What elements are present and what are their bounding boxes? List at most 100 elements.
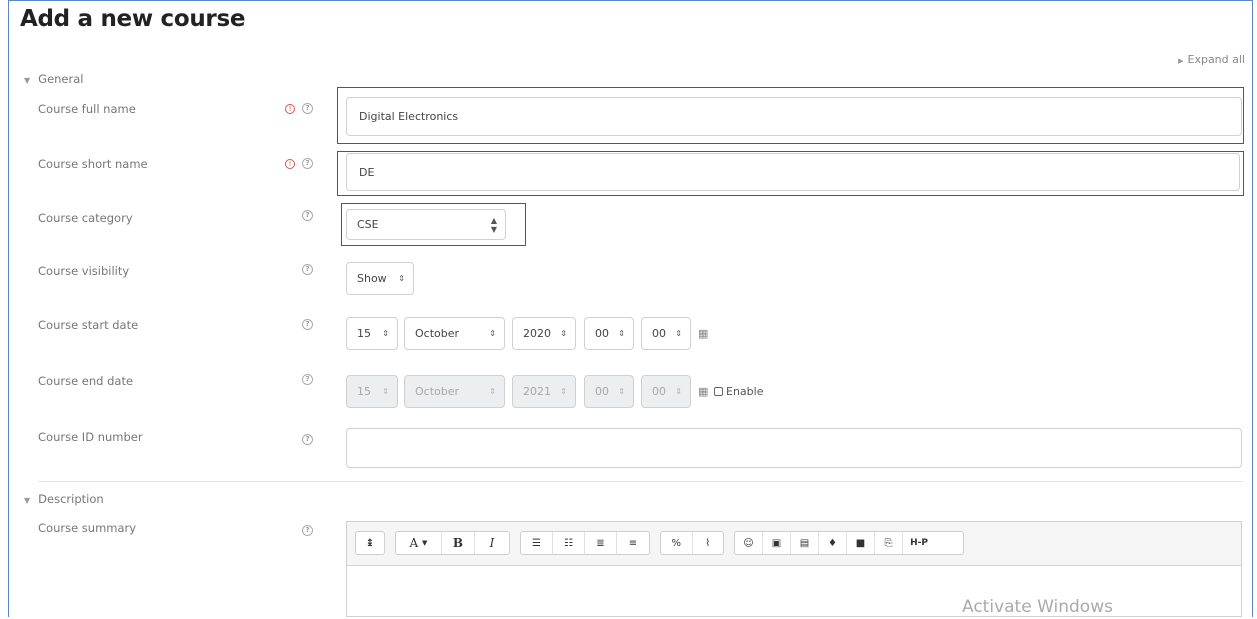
section-general-toggle[interactable]: ▼ General	[24, 72, 83, 86]
start-day-value: 15	[357, 327, 371, 340]
id-number-label: Course ID number	[38, 430, 143, 444]
help-icon[interactable]: ?	[302, 103, 313, 114]
help-icon[interactable]: ?	[302, 264, 313, 275]
short-name-value: DE	[359, 165, 375, 179]
visibility-value: Show	[357, 272, 387, 285]
short-name-label: Course short name	[38, 157, 148, 171]
full-name-input[interactable]: Digital Electronics	[346, 97, 1242, 136]
link-icon[interactable]: %	[661, 532, 693, 554]
end-date-enable-checkbox[interactable]: Enable	[714, 385, 763, 398]
section-description-label: Description	[38, 492, 104, 506]
caret-down-icon: ▼	[24, 76, 31, 85]
caret-down-icon: ▼	[422, 539, 428, 547]
calendar-icon[interactable]: ▦	[698, 327, 708, 340]
end-minute-value: 00	[652, 385, 666, 398]
enable-label: Enable	[726, 385, 764, 398]
toolbar-group-media: ☺ ▣ ▤ ♦ ■ ⎘ H-P	[734, 531, 964, 555]
video-icon[interactable]: ■	[847, 532, 875, 554]
start-minute-select[interactable]: 00 ⇕	[641, 317, 691, 350]
manage-files-icon[interactable]: ⎘	[875, 532, 903, 554]
summary-label: Course summary	[38, 521, 137, 535]
short-name-input[interactable]: DE	[346, 153, 1240, 191]
start-hour-value: 00	[595, 327, 609, 340]
start-hour-select[interactable]: 00 ⇕	[584, 317, 634, 350]
section-general-label: General	[38, 72, 84, 86]
end-minute-select[interactable]: 00 ⇕	[641, 375, 691, 408]
unordered-list-icon[interactable]: ☰	[521, 532, 553, 554]
help-icon[interactable]: ?	[302, 319, 313, 330]
visibility-label: Course visibility	[38, 264, 130, 278]
select-arrow-icon: ⇕	[675, 387, 682, 396]
id-number-input[interactable]	[346, 428, 1242, 468]
media-icon[interactable]: ▤	[791, 532, 819, 554]
toolbar-collapse-icon[interactable]: ↨	[356, 532, 384, 554]
required-icon[interactable]: !	[285, 104, 295, 114]
end-month-value: October	[415, 385, 460, 398]
outdent-icon[interactable]: ≣	[585, 532, 617, 554]
start-minute-value: 00	[652, 327, 666, 340]
page-title: Add a new course	[20, 6, 246, 32]
calendar-icon[interactable]: ▦	[698, 385, 708, 398]
select-arrow-icon: ⇕	[489, 387, 496, 396]
category-label: Course category	[38, 211, 133, 225]
category-select[interactable]: CSE ▲ ▼	[346, 209, 506, 240]
select-arrow-icon: ⇕	[618, 329, 625, 338]
start-date-label: Course start date	[38, 318, 139, 332]
end-month-select[interactable]: October ⇕	[404, 375, 505, 408]
caret-right-icon: ▶	[1178, 57, 1184, 65]
italic-button[interactable]: I	[475, 532, 509, 554]
select-arrow-icon: ⇕	[382, 329, 389, 338]
start-year-select[interactable]: 2020 ⇕	[512, 317, 576, 350]
help-icon[interactable]: ?	[302, 434, 313, 445]
end-year-select[interactable]: 2021 ⇕	[512, 375, 576, 408]
select-arrow-icon: ⇕	[675, 329, 682, 338]
editor-toolbar: ↨ A ▼ B I ☰ ☷ ≣ ≡ % ⌇ ☺ ▣ ▤ ♦ ■ ⎘ H-P	[347, 522, 1241, 566]
toolbar-group-lists: ☰ ☷ ≣ ≡	[520, 531, 650, 555]
select-arrow-icon: ⇕	[560, 329, 567, 338]
select-arrow-icon: ⇕	[489, 329, 496, 338]
font-style-label: A	[409, 536, 419, 550]
end-hour-select[interactable]: 00 ⇕	[584, 375, 634, 408]
help-icon[interactable]: ?	[302, 525, 313, 536]
start-month-value: October	[415, 327, 460, 340]
image-icon[interactable]: ▣	[763, 532, 791, 554]
toolbar-group-links: % ⌇	[660, 531, 724, 555]
select-arrow-icon: ⇕	[398, 274, 405, 283]
expand-all-label: Expand all	[1187, 53, 1246, 66]
font-style-button[interactable]: A ▼	[396, 532, 442, 554]
help-icon[interactable]: ?	[302, 158, 313, 169]
help-icon[interactable]: ?	[302, 374, 313, 385]
select-arrow-icon: ⇕	[618, 387, 625, 396]
select-arrow-icon: ▲ ▼	[490, 215, 497, 234]
toolbar-group-collapse: ↨	[355, 531, 385, 555]
category-value: CSE	[357, 218, 379, 231]
h5p-icon[interactable]: H-P	[903, 532, 935, 554]
microphone-icon[interactable]: ♦	[819, 532, 847, 554]
activate-windows-watermark: Activate Windows	[962, 597, 1113, 617]
emoji-icon[interactable]: ☺	[735, 532, 763, 554]
end-year-value: 2021	[523, 385, 551, 398]
caret-down-icon: ▼	[24, 496, 31, 505]
section-divider	[38, 481, 1243, 482]
expand-all-link[interactable]: ▶ Expand all	[1178, 53, 1245, 66]
bold-button[interactable]: B	[442, 532, 475, 554]
section-description-toggle[interactable]: ▼ Description	[24, 492, 104, 506]
unlink-icon[interactable]: ⌇	[693, 532, 724, 554]
end-hour-value: 00	[595, 385, 609, 398]
full-name-label: Course full name	[38, 102, 136, 116]
start-day-select[interactable]: 15 ⇕	[346, 317, 398, 350]
select-arrow-icon: ⇕	[382, 387, 389, 396]
help-icon[interactable]: ?	[302, 210, 313, 221]
end-day-select[interactable]: 15 ⇕	[346, 375, 398, 408]
checkbox-box[interactable]	[714, 387, 723, 396]
end-day-value: 15	[357, 385, 371, 398]
required-icon[interactable]: !	[285, 159, 295, 169]
ordered-list-icon[interactable]: ☷	[553, 532, 585, 554]
visibility-select[interactable]: Show ⇕	[346, 262, 414, 295]
start-month-select[interactable]: October ⇕	[404, 317, 505, 350]
end-date-label: Course end date	[38, 374, 134, 388]
toolbar-group-style: A ▼ B I	[395, 531, 510, 555]
indent-icon[interactable]: ≡	[617, 532, 649, 554]
full-name-value: Digital Electronics	[359, 110, 459, 123]
select-arrow-icon: ⇕	[560, 387, 567, 396]
